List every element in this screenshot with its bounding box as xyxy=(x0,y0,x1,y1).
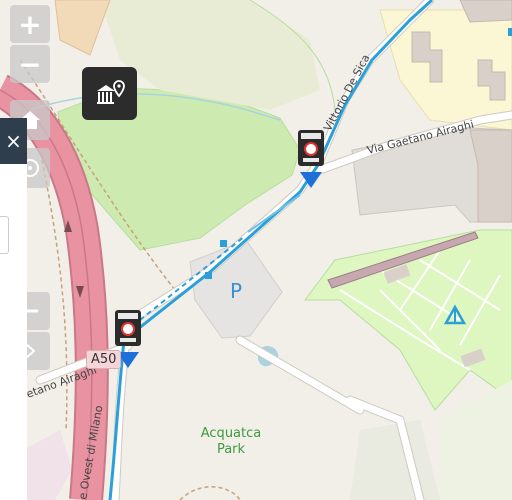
close-panel-button[interactable]: × xyxy=(0,118,27,164)
park-label-line2: Park xyxy=(217,442,246,457)
panel-input-edge[interactable] xyxy=(0,216,9,254)
poi-layer-button[interactable] xyxy=(82,67,137,120)
parking-label: P xyxy=(230,279,242,303)
route-node xyxy=(205,272,212,279)
map-canvas[interactable]: P Acquatca Park Vittorio De Sica Via Gae… xyxy=(0,0,512,500)
highway-shield-a50: A50 xyxy=(86,350,122,369)
zoom-out-button[interactable]: − xyxy=(10,45,50,83)
zoom-in-button[interactable]: + xyxy=(10,5,50,43)
museum-pin-icon xyxy=(96,79,125,104)
route-node xyxy=(508,28,512,36)
route-node xyxy=(220,240,227,247)
side-panel xyxy=(0,164,27,500)
park-label-line1: Acquatca xyxy=(201,426,261,441)
